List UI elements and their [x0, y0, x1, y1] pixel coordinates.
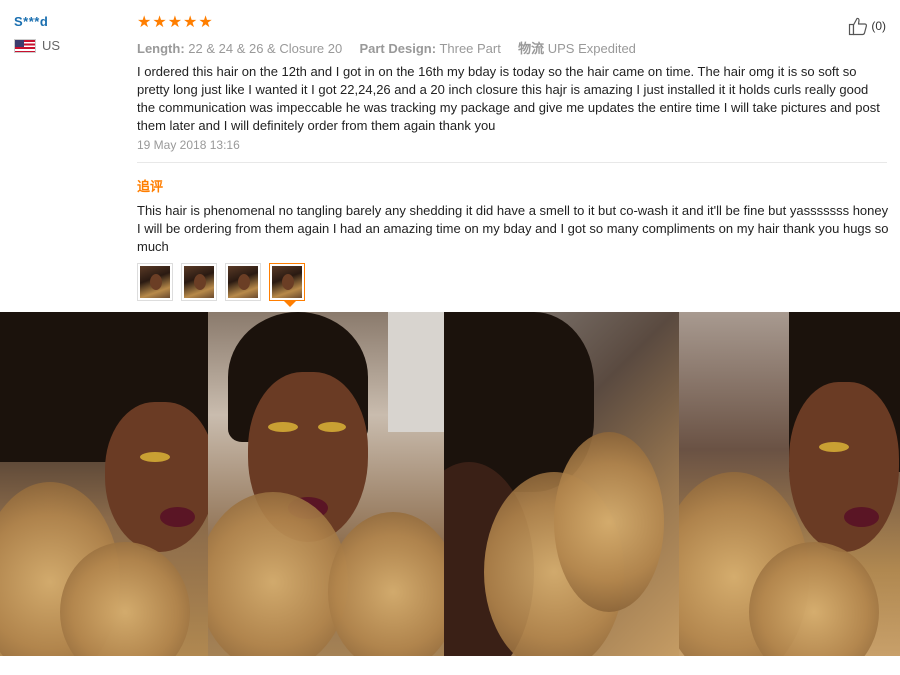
part-design-label: Part Design: [359, 41, 437, 56]
us-flag-icon [14, 38, 36, 53]
photo-panel [679, 312, 900, 656]
review-photo-large[interactable] [0, 312, 900, 656]
review-date: 19 May 2018 13:16 [137, 138, 240, 152]
photo-panel [444, 312, 679, 656]
length-value: 22 & 24 & 26 & Closure 20 [188, 41, 343, 56]
followup-label: 追评 [137, 179, 164, 194]
star-rating: ★ ★ ★ ★ ★ [137, 14, 213, 31]
helpful-count: (0) [871, 19, 886, 33]
photo-panel [208, 312, 444, 656]
reviewer-name: S***d [14, 14, 49, 29]
photo-thumbnail[interactable] [225, 263, 261, 301]
divider [137, 162, 887, 163]
helpful-button[interactable]: (0) [848, 16, 886, 36]
followup-text: This hair is phenomenal no tangling bare… [137, 203, 889, 254]
thumbs-up-icon [849, 17, 868, 36]
star-icon: ★ [152, 14, 167, 31]
part-design-value: Three Part [439, 41, 501, 56]
shipping-value: UPS Expedited [547, 41, 636, 56]
shipping-label: 物流 [518, 41, 545, 56]
photo-thumbnail[interactable] [137, 263, 173, 301]
reviewer-info: S***d US [14, 14, 60, 53]
photo-thumbnails [137, 263, 305, 307]
review-text: I ordered this hair on the 12th and I go… [137, 64, 880, 133]
photo-thumbnail-selected[interactable] [269, 263, 305, 307]
star-icon: ★ [183, 14, 198, 31]
country-code: US [42, 38, 61, 53]
star-icon: ★ [167, 14, 183, 31]
selected-caret [284, 301, 296, 307]
star-icon: ★ [198, 14, 213, 31]
order-attributes: Length: 22 & 24 & 26 & Closure 20 Part D… [137, 38, 636, 57]
photo-panel [0, 312, 208, 656]
photo-thumbnail[interactable] [181, 263, 217, 301]
star-icon: ★ [137, 14, 152, 31]
length-label: Length: [137, 41, 185, 56]
reviewer-country: US [14, 38, 60, 53]
